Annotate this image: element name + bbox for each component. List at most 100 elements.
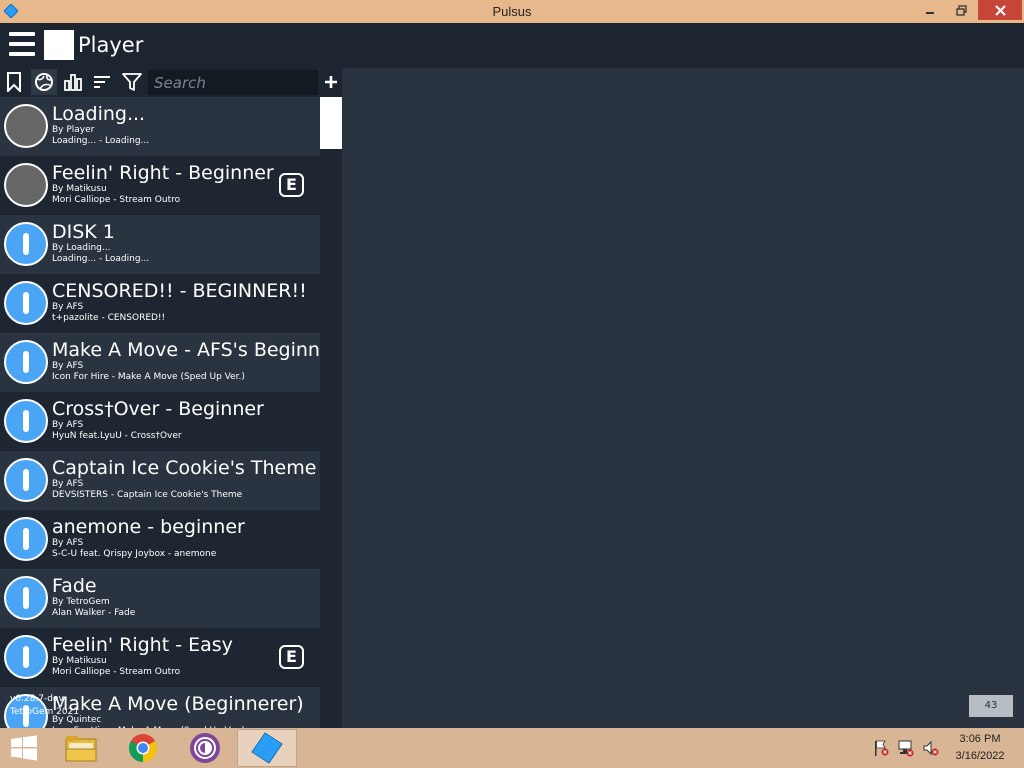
level-song: Mori Calliope - Stream Outro	[52, 195, 181, 205]
menu-icon-bar	[9, 32, 35, 36]
level-thumbnail	[4, 163, 48, 207]
level-song: Loading... - Loading...	[52, 254, 150, 264]
level-author: By AFS	[52, 302, 84, 312]
chrome-button[interactable]	[113, 729, 173, 767]
version-label: v0.28.7-dev	[10, 694, 64, 704]
network-icon[interactable]	[897, 738, 915, 758]
level-list-item[interactable]: Loading... By Player Loading... - Loading.…	[0, 97, 320, 156]
restore-icon	[955, 4, 967, 16]
avatar[interactable]	[44, 30, 74, 60]
window-titlebar[interactable]: Pulsus	[0, 0, 1024, 23]
level-song: Mori Calliope - Stream Outro	[52, 667, 181, 677]
level-list-item[interactable]: anemone - beginner By AFS S-C-U feat. Qris…	[0, 510, 320, 569]
bookmark-icon	[7, 72, 21, 92]
level-thumbnail	[4, 399, 48, 443]
search-input[interactable]	[148, 70, 318, 95]
folder-icon	[65, 736, 97, 762]
level-song: S-C-U feat. Qrispy Joybox - anemone	[52, 549, 217, 559]
level-title: DISK 1	[52, 221, 115, 243]
level-title: Feelin' Right - Easy	[52, 634, 233, 656]
level-title: CENSORED!! - BEGINNER!!	[52, 280, 307, 302]
level-list-item[interactable]: Feelin' Right - Beginner By Matikusu Mori …	[0, 156, 320, 215]
level-list-item[interactable]: Feelin' Right - Easy By Matikusu Mori Call…	[0, 628, 320, 687]
file-explorer-button[interactable]	[51, 729, 111, 767]
level-thumbnail	[4, 222, 48, 266]
bookmark-button[interactable]	[3, 71, 25, 93]
close-button[interactable]	[978, 0, 1022, 20]
filter-icon	[122, 73, 142, 91]
sort-button[interactable]	[91, 71, 113, 93]
level-thumbnail	[4, 458, 48, 502]
window-title: Pulsus	[492, 4, 532, 19]
level-song: t+pazolite - CENSORED!!	[52, 313, 166, 323]
minimize-icon	[926, 12, 934, 14]
level-list-item[interactable]: Captain Ice Cookie's Theme - EasyBy AFSD…	[0, 451, 320, 510]
stats-button[interactable]	[62, 71, 84, 93]
level-author: By Player	[52, 125, 95, 135]
level-song: Icon For Hire - Make A Move (Sped Up Ver…	[52, 372, 245, 382]
plus-icon	[325, 76, 337, 88]
player-name[interactable]: Player	[78, 32, 143, 58]
start-button[interactable]	[0, 729, 48, 767]
level-list-item[interactable]: DISK 1 By Loading... Loading... - Loading.…	[0, 215, 320, 274]
level-thumbnail	[4, 576, 48, 620]
level-details-panel	[342, 68, 1024, 728]
copyright-label: TetroGem 2021	[10, 707, 80, 717]
difficulty-badge: E	[279, 645, 304, 669]
level-title: Feelin' Right - Beginner	[52, 162, 274, 184]
level-author: By TetroGem	[52, 597, 110, 607]
level-thumbnail	[4, 340, 48, 384]
level-thumbnail	[4, 104, 48, 148]
app-header: Player	[0, 23, 1024, 68]
menu-icon-bar	[9, 42, 35, 46]
chrome-icon	[129, 734, 157, 762]
menu-icon-bar	[9, 52, 35, 56]
level-song: HyuN feat.LyuU - Cross†Over	[52, 431, 182, 441]
clock-time[interactable]: 3:06 PM	[950, 733, 1010, 745]
level-list-item[interactable]: Fade By TetroGem Alan Walker - Fade	[0, 569, 320, 628]
volume-muted-icon[interactable]	[922, 738, 940, 758]
pulsus-taskbar-button[interactable]	[237, 729, 297, 767]
search-box	[148, 70, 318, 95]
level-list-item[interactable]: Make A Move - AFS's Beginner By AFS Icon F…	[0, 333, 320, 392]
add-level-button[interactable]	[322, 71, 340, 93]
pulsus-icon	[251, 732, 283, 764]
tor-browser-button[interactable]	[175, 729, 235, 767]
level-author: By AFS	[52, 479, 84, 489]
filter-button[interactable]	[121, 71, 143, 93]
level-list[interactable]: Loading... By Player Loading... - Loading.…	[0, 97, 320, 728]
level-song: Alan Walker - Fade	[52, 608, 136, 618]
level-title: Fade	[52, 575, 97, 597]
close-icon	[994, 4, 1006, 16]
taskbar: 3:06 PM 3/16/2022	[0, 728, 1024, 768]
minimize-button[interactable]	[916, 0, 944, 20]
level-author: By AFS	[52, 538, 84, 548]
sort-icon	[94, 76, 110, 88]
windows-logo-icon	[11, 735, 37, 761]
action-center-flag-icon[interactable]	[872, 738, 890, 758]
level-author: By AFS	[52, 420, 84, 430]
level-author: By Matikusu	[52, 656, 107, 666]
clock-date[interactable]: 3/16/2022	[950, 750, 1010, 762]
level-song: Loading... - Loading...	[52, 136, 150, 146]
level-title: Cross†Over - Beginner	[52, 398, 264, 420]
level-list-item[interactable]: CENSORED!! - BEGINNER!! By AFS t+pazolite …	[0, 274, 320, 333]
scrollbar-thumb[interactable]	[320, 97, 342, 149]
difficulty-badge: E	[279, 173, 304, 197]
globe-icon	[35, 73, 53, 91]
hamburger-menu-button[interactable]	[9, 32, 35, 56]
restore-button[interactable]	[946, 0, 976, 20]
tor-icon	[190, 733, 220, 763]
level-thumbnail	[4, 517, 48, 561]
online-levels-button[interactable]	[31, 69, 57, 95]
level-list-scrollbar[interactable]	[320, 97, 342, 728]
level-title: Make A Move (Beginnerer)	[52, 693, 304, 715]
level-song: DEVSISTERS - Captain Ice Cookie's Theme	[52, 490, 243, 500]
level-author: By Matikusu	[52, 184, 107, 194]
level-list-item[interactable]: Cross†Over - Beginner By AFS HyuN feat.Lyu…	[0, 392, 320, 451]
level-author: By Loading...	[52, 243, 111, 253]
level-title: anemone - beginner	[52, 516, 245, 538]
system-tray	[870, 738, 940, 758]
fps-counter: 43	[969, 695, 1013, 717]
level-author: By AFS	[52, 361, 84, 371]
